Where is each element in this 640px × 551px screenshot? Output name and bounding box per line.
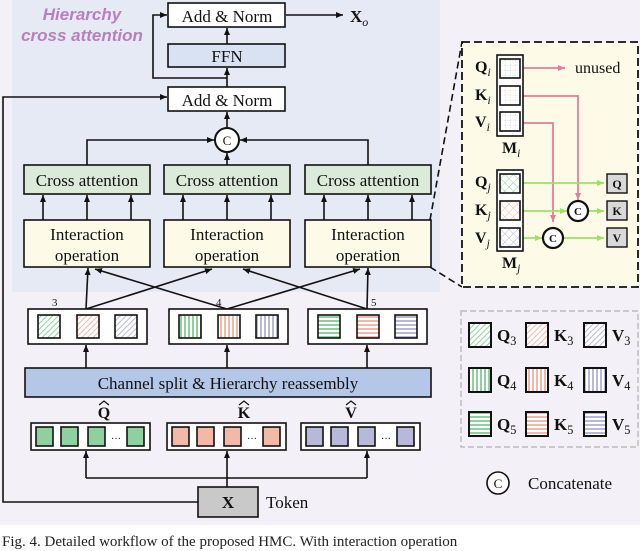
v3-feature [114,314,138,339]
cross-attention-label: Cross attention [36,171,139,190]
panel-title-line2: cross attention [21,26,143,45]
token-label: Token [266,493,309,512]
legend-v4-swatch [583,367,607,393]
mj-q-feature [499,173,521,194]
token-square [223,426,242,447]
token-square [60,426,79,447]
q4-feature [178,314,202,339]
legend-concat-symbol: C [494,476,503,491]
ellipsis: ··· [247,434,257,445]
legend-k5-swatch [525,411,549,437]
interaction-label: Interaction [50,225,124,244]
m-label: 3 [52,297,57,309]
concat-symbol: C [549,233,557,245]
token-square [171,426,190,447]
output-v-label: V [613,231,622,245]
hat-q-label: Q [98,405,110,422]
interaction-label: operation [195,246,260,265]
output-k-label: K [612,204,622,218]
legend-v5-swatch [583,411,607,437]
token-square [126,426,145,447]
panel-title-line1: Hierarchy [43,5,123,24]
legend-q4-swatch [468,367,492,393]
legend-q5-swatch [468,411,492,437]
legend-concat-label: Concatenate [528,474,612,493]
concat-symbol: C [574,206,582,218]
hat-k-label: K [238,405,251,422]
interaction-label: Interaction [331,225,405,244]
hat-v-label: V [345,405,357,422]
q3-feature [37,314,61,339]
mj-v-feature [499,227,521,248]
unused-label: unused [575,60,620,77]
k5-feature [356,314,380,339]
token-square [396,426,415,447]
interaction-label: Interaction [190,225,264,244]
output-q-label: Q [612,177,621,191]
cross-attention-label: Cross attention [317,171,420,190]
token-square [357,426,376,447]
token-square [330,426,349,447]
token-square [35,426,54,447]
q5-feature [317,314,341,339]
legend-k4-swatch [525,367,549,393]
v4-feature [255,314,279,339]
add-norm-label: Add & Norm [182,91,273,110]
ffn-label: FFN [211,47,242,66]
hmc-diagram: Hierarchy cross attention Add & Norm Xo … [0,0,640,525]
mi-v-feature [499,111,521,132]
interaction-label: operation [55,246,120,265]
token-square [262,426,281,447]
legend-k3-swatch [525,322,549,348]
ellipsis: ··· [381,434,391,445]
figure-caption: Fig. 4. Detailed workflow of the propose… [2,534,458,550]
k4-feature [217,314,241,339]
legend-q3-swatch [468,322,492,348]
token-x-label: X [222,493,235,512]
m-label: 4 [216,297,222,309]
channel-split-label: Channel split & Hierarchy reassembly [98,374,359,393]
add-norm-top-label: Add & Norm [182,7,273,26]
token-square [196,426,215,447]
token-square [87,426,106,447]
v5-feature [394,314,418,339]
m-label: 5 [371,297,376,309]
k3-feature [76,314,100,339]
ellipsis: ··· [111,434,121,445]
token-square [305,426,324,447]
concat-symbol: C [223,133,232,148]
legend-v3-swatch [583,322,607,348]
mj-k-feature [499,200,521,221]
mi-k-feature [499,85,521,106]
mi-q-feature [499,58,521,79]
interaction-label: operation [336,246,401,265]
cross-attention-label: Cross attention [176,171,279,190]
